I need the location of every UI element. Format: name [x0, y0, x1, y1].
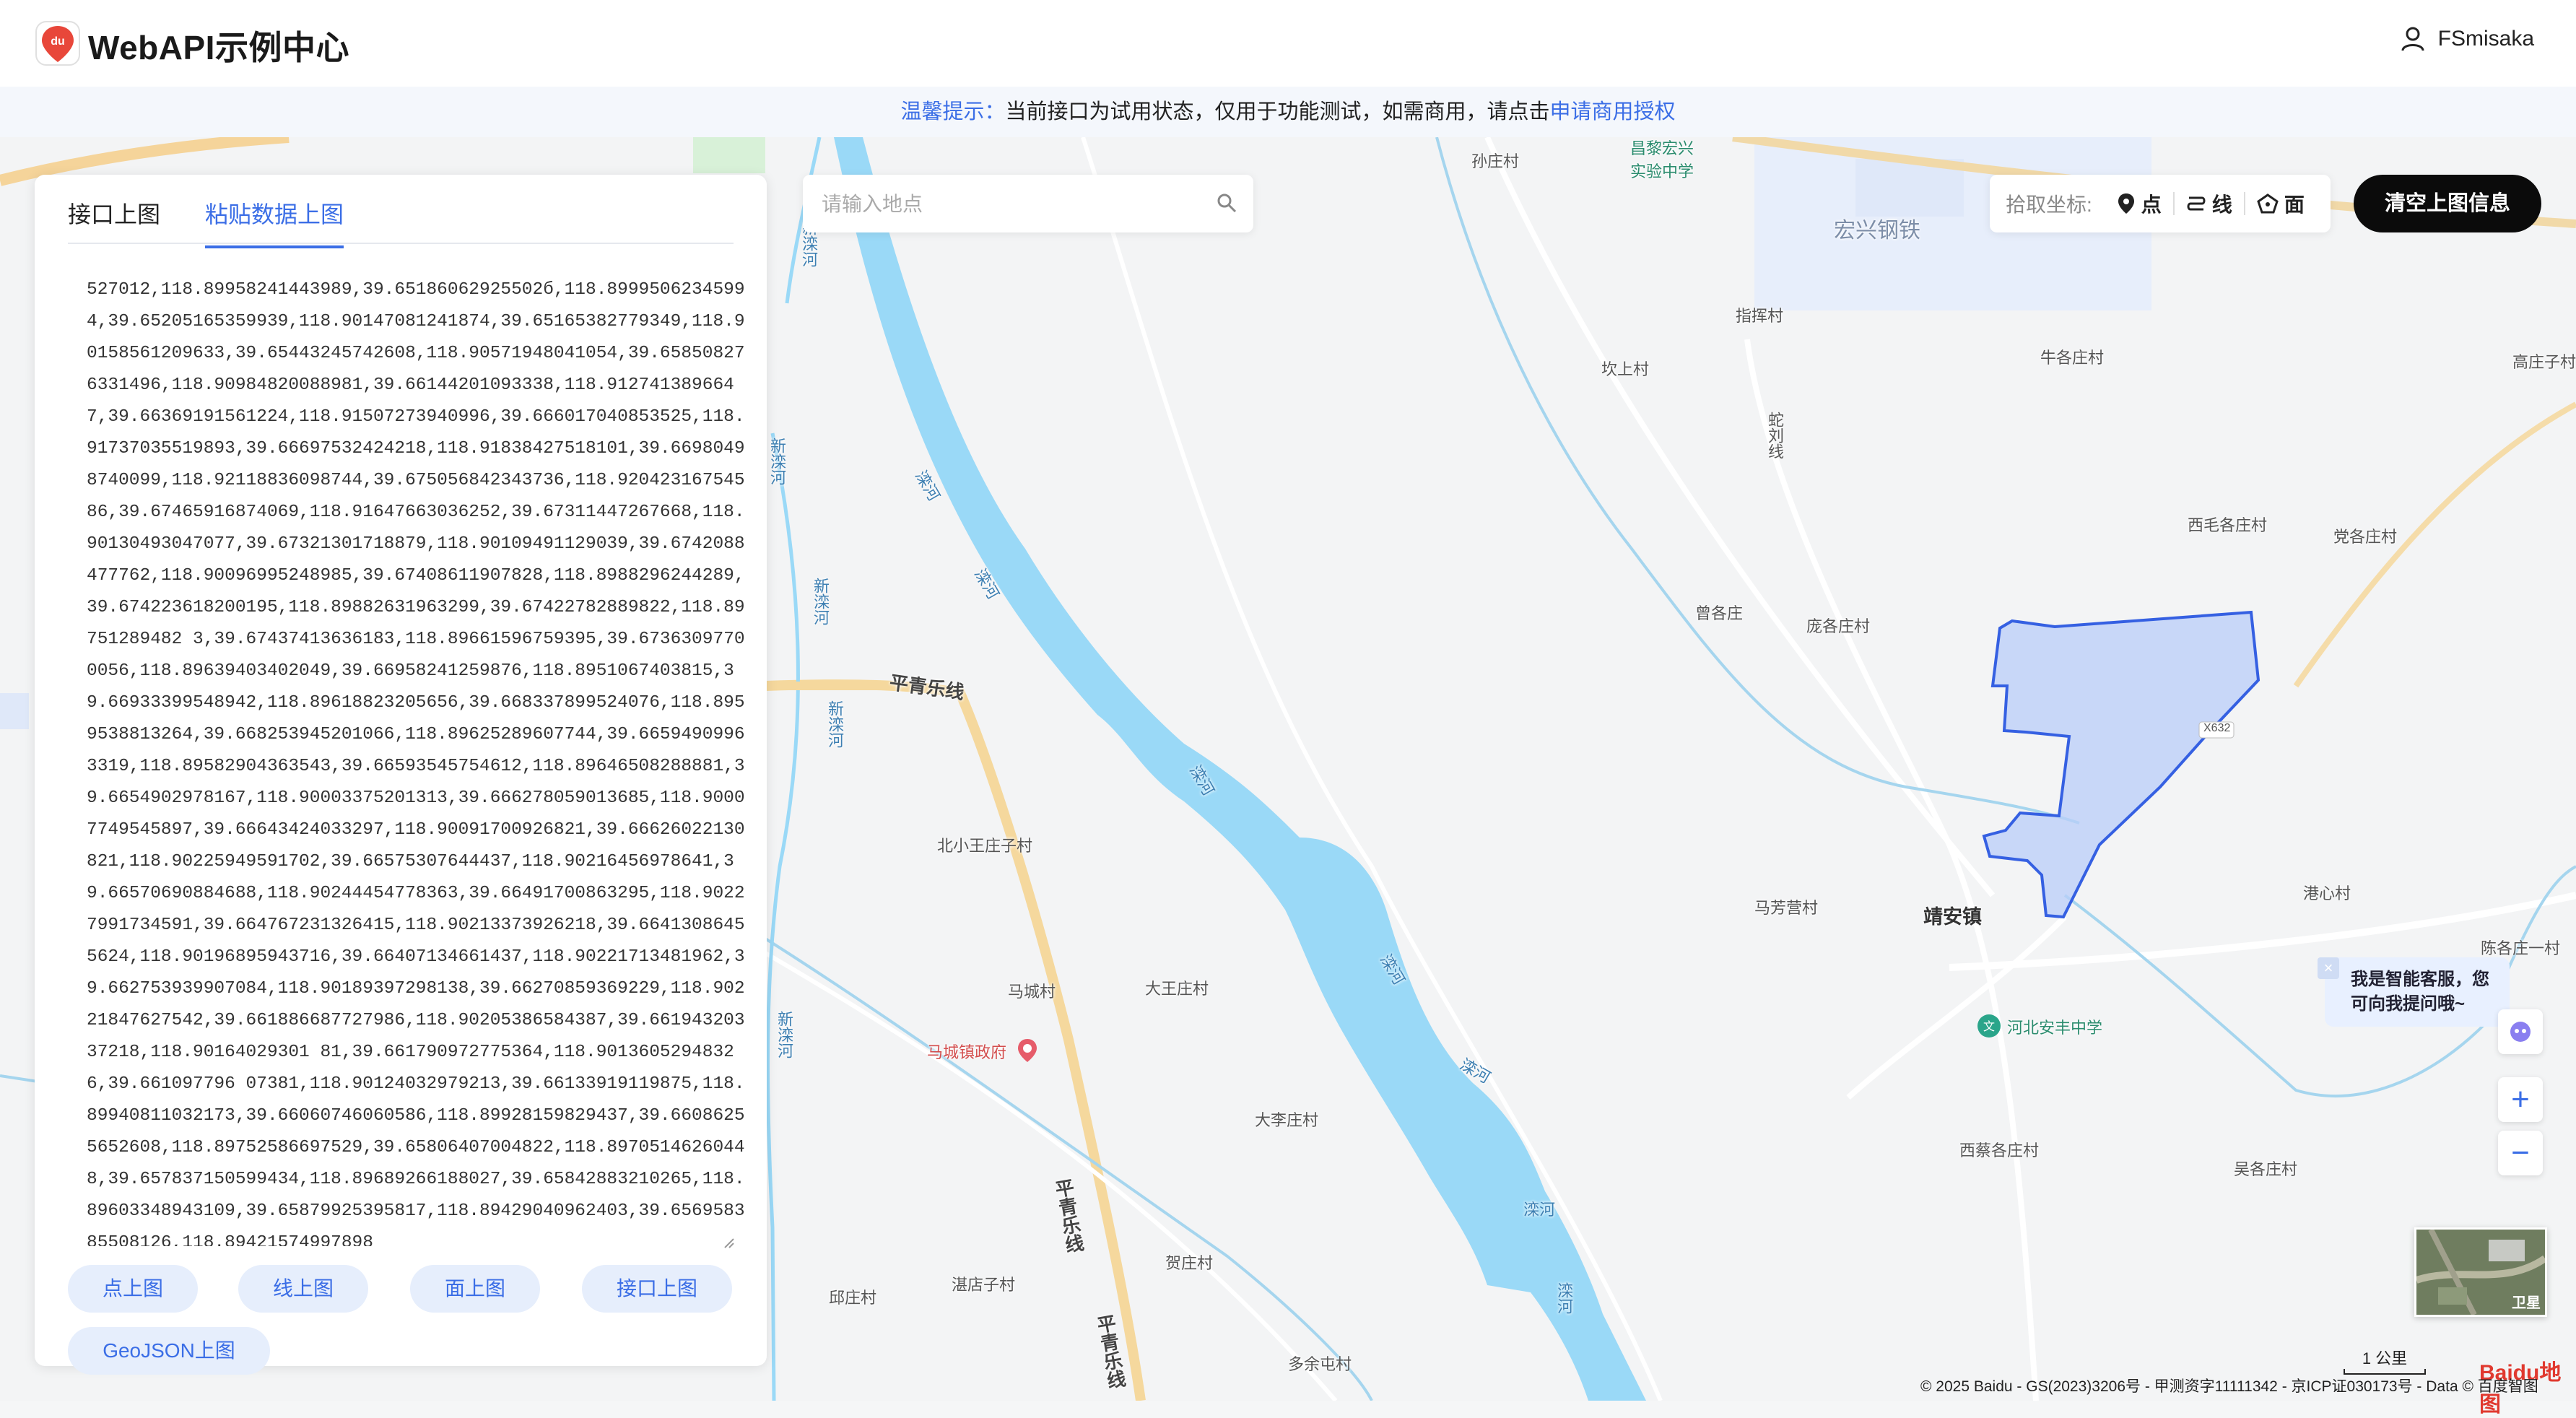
- assistant-bubble[interactable]: 我是智能客服，您 可向我提问哦~: [2325, 957, 2510, 1027]
- map-label: 昌黎宏兴: [1630, 139, 1694, 157]
- polygon-icon: [2257, 193, 2279, 214]
- baidu-map-logo-icon[interactable]: du: [35, 20, 81, 66]
- brand-title: WebAPI示例中心: [88, 29, 349, 66]
- map-label: 坎上村: [1601, 360, 1650, 378]
- tab-divider: [68, 243, 734, 244]
- tab-api-plot[interactable]: 接口上图: [68, 196, 160, 248]
- header: du WebAPI示例中心 FSmisaka: [0, 0, 2576, 87]
- map-label: 庞各庄村: [1806, 617, 1871, 635]
- map-label: 多余屯村: [1288, 1355, 1352, 1373]
- pick-polygon-label: 面: [2284, 193, 2305, 216]
- tab-paste-data[interactable]: 粘贴数据上图: [205, 196, 344, 248]
- chat-close-icon[interactable]: ×: [2318, 957, 2339, 979]
- satellite-label: 卫星: [2512, 1295, 2541, 1311]
- map-label: 西毛各庄村: [2188, 516, 2268, 534]
- coordinate-picker: 拾取坐标: 点 线 面: [1990, 175, 2331, 232]
- user-menu[interactable]: FSmisaka: [2401, 26, 2534, 52]
- notice-text: 当前接口为试用状态，仅用于功能测试，如需商用，请点击: [1005, 100, 1550, 123]
- school-pin-icon: 文: [1977, 1014, 2001, 1038]
- map-label: 新滦河: [811, 578, 830, 625]
- location-pin-icon: [2118, 193, 2134, 214]
- search-input[interactable]: [820, 188, 1198, 221]
- assistant-bot-icon[interactable]: [2498, 1009, 2543, 1054]
- user-name: FSmisaka: [2437, 27, 2534, 51]
- map-label: 港心村: [2303, 884, 2351, 902]
- map-label: 大王庄村: [1145, 980, 1209, 998]
- pick-point-option[interactable]: 点: [2105, 189, 2173, 218]
- map-label: 马城村: [1008, 983, 1056, 1001]
- map-label: 蛇刘线: [1766, 412, 1784, 459]
- robot-icon: [2510, 1022, 2531, 1042]
- map-label: 吴各庄村: [2234, 1160, 2298, 1178]
- coordinates-textarea[interactable]: 527012,118.89958241443989,39.65186062925…: [87, 274, 749, 1246]
- clear-map-button[interactable]: 清空上图信息: [2354, 175, 2541, 232]
- panel-tabs: 接口上图 粘贴数据上图: [68, 196, 344, 248]
- zoom-in-button[interactable]: +: [2498, 1077, 2543, 1122]
- pick-point-label: 点: [2141, 193, 2162, 216]
- map-label: 滦河: [1523, 1201, 1556, 1219]
- pick-polygon-option[interactable]: 面: [2245, 189, 2316, 218]
- map-label: 大李庄村: [1255, 1111, 1319, 1129]
- map-label: 宏兴钢铁: [1834, 219, 1920, 243]
- pick-line-label: 线: [2211, 193, 2232, 216]
- apply-license-link[interactable]: 申请商用授权: [1550, 100, 1676, 123]
- map-scale: 1 公里: [2344, 1346, 2426, 1375]
- scale-label: 1 公里: [2362, 1349, 2408, 1367]
- assistant-line2: 可向我提问哦~: [2351, 994, 2466, 1014]
- plot-lines-button[interactable]: 线上图: [238, 1265, 368, 1313]
- map-label: 陈各庄一村: [2481, 939, 2561, 957]
- location-search: [803, 175, 1253, 232]
- resize-handle-icon[interactable]: [721, 1235, 735, 1249]
- polyline-icon: [2187, 196, 2206, 211]
- map-label: 靖安镇: [1923, 906, 1982, 928]
- map-label: 新滦河: [826, 700, 844, 748]
- assistant-line1: 我是智能客服，您: [2351, 970, 2489, 989]
- map-label: 党各庄村: [2333, 528, 2398, 546]
- map-label: 马城镇政府: [927, 1043, 1007, 1061]
- svg-text:文: 文: [1983, 1020, 1995, 1033]
- map-label: 北小王庄子村: [937, 837, 1033, 855]
- notice-label: 温馨提示：: [900, 100, 1006, 123]
- user-icon: [2401, 27, 2424, 51]
- plot-geojson-button[interactable]: GeoJSON上图: [68, 1327, 270, 1375]
- picker-label: 拾取坐标:: [2006, 193, 2092, 216]
- map-label: 孙庄村: [1471, 152, 1520, 170]
- map-label: 指挥村: [1736, 307, 1784, 325]
- map-label: 湛店子村: [952, 1276, 1016, 1294]
- map-label: 贺庄村: [1165, 1254, 1214, 1272]
- map-label: 高庄子村: [2512, 353, 2576, 371]
- map-label: 曾各庄: [1695, 604, 1744, 622]
- map-label: 滦河: [1555, 1282, 1573, 1314]
- notice-bar: 温馨提示：当前接口为试用状态，仅用于功能测试，如需商用，请点击申请商用授权: [0, 87, 2576, 137]
- copyright-text: © 2025 Baidu - GS(2023)3206号 - 甲测资字11111…: [1920, 1378, 2538, 1395]
- map-label: 新滦河: [775, 1011, 793, 1058]
- map-label: 牛各庄村: [2040, 349, 2105, 367]
- map-label: 新滦河: [768, 438, 786, 485]
- map-label: X632: [2203, 722, 2231, 734]
- satellite-toggle[interactable]: 卫星: [2414, 1227, 2547, 1317]
- map-label: 河北安丰中学: [2007, 1019, 2103, 1037]
- zoom-out-button[interactable]: −: [2498, 1131, 2543, 1175]
- plot-points-button[interactable]: 点上图: [68, 1265, 198, 1313]
- pick-line-option[interactable]: 线: [2175, 189, 2244, 218]
- government-pin-icon: [1018, 1039, 1037, 1062]
- plot-polygon-button[interactable]: 面上图: [410, 1265, 540, 1313]
- map-label: 邱庄村: [829, 1289, 877, 1307]
- map-label: 西蔡各庄村: [1959, 1141, 2040, 1160]
- data-panel: 接口上图 粘贴数据上图 527012,118.89958241443989,39…: [35, 175, 767, 1375]
- scale-bar: [2344, 1369, 2426, 1375]
- plot-api-button[interactable]: 接口上图: [582, 1265, 732, 1313]
- search-icon[interactable]: [1216, 192, 1237, 214]
- map-label: 马芳营村: [1754, 899, 1819, 917]
- svg-text:du: du: [51, 35, 65, 48]
- map-label: 实验中学: [1630, 162, 1694, 180]
